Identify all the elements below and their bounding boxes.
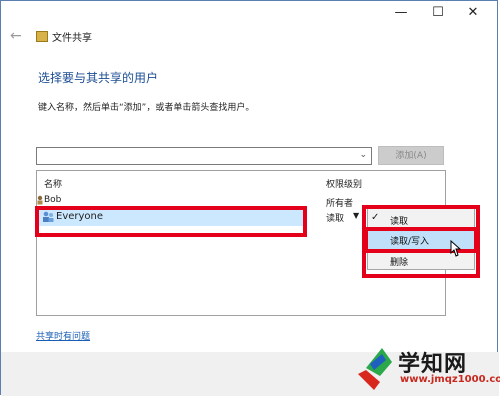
- user-icon: [37, 195, 43, 205]
- column-header-name: 名称: [44, 180, 63, 190]
- column-header-permission: 权限级别: [326, 180, 363, 190]
- file-sharing-icon: [36, 31, 48, 42]
- mouse-cursor-icon: [450, 240, 461, 257]
- permission-dropdown-value[interactable]: 读取: [326, 211, 344, 224]
- minimize-button[interactable]: —: [387, 4, 415, 22]
- window-title: 文件共享: [52, 33, 92, 44]
- table-row-name[interactable]: Bob: [44, 195, 61, 205]
- watermark-url: www.jmqz1000.com: [400, 374, 500, 385]
- table-row-permission: 所有者: [326, 199, 354, 209]
- instruction-text: 键入名称，然后单击“添加”，或者单击箭头查找用户。: [38, 103, 255, 113]
- back-arrow-icon[interactable]: ←: [10, 28, 22, 44]
- user-name-combobox[interactable]: ⌄: [36, 147, 372, 165]
- sharing-help-link[interactable]: 共享时有问题: [36, 329, 90, 342]
- maximize-button[interactable]: ☐: [424, 4, 452, 22]
- chevron-down-icon[interactable]: ⌄: [359, 150, 367, 160]
- page-heading: 选择要与其共享的用户: [38, 71, 159, 85]
- watermark-logo-icon: [358, 348, 392, 390]
- annotation-box-everyone: [35, 206, 307, 237]
- close-button[interactable]: ✕: [459, 4, 487, 22]
- add-button[interactable]: 添加(A): [378, 146, 444, 165]
- permission-dropdown-arrow-icon[interactable]: ▼: [353, 211, 359, 220]
